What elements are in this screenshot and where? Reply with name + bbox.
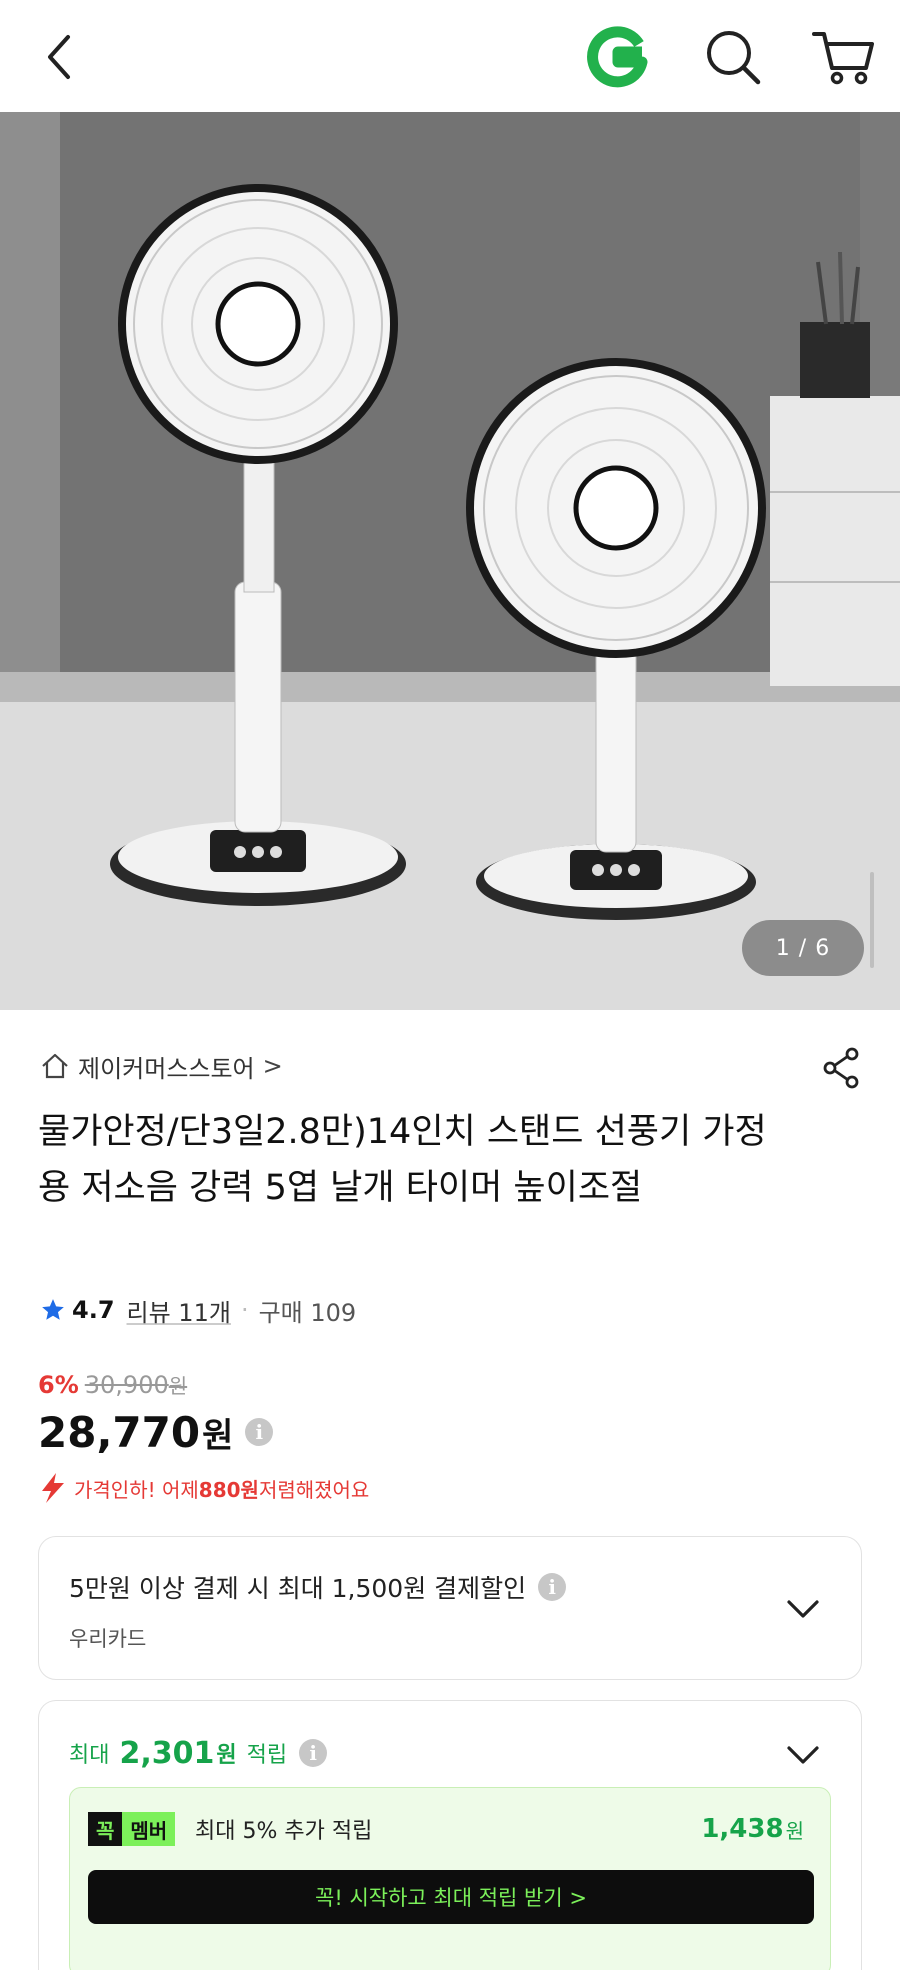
points-info-icon[interactable]: i	[299, 1739, 328, 1767]
membership-points: 1,438 원	[701, 1810, 804, 1848]
card-discount-panel[interactable]: 5만원 이상 결제 시 최대 1,500원 결제할인 i 우리카드	[38, 1536, 862, 1680]
g-logo-icon[interactable]	[585, 24, 651, 90]
membership-points-won: 원	[785, 1818, 804, 1843]
review-link[interactable]: 리뷰 11개	[127, 1293, 231, 1328]
chevron-down-icon[interactable]	[785, 1743, 821, 1767]
star-icon	[42, 1299, 64, 1320]
membership-box: 꼭 멤버 최대 5% 추가 적립 1,438 원 꼭! 시작하고 최대 적립 받…	[69, 1787, 831, 1970]
price-drop-suffix: 저렴해졌어요	[258, 1477, 370, 1502]
original-price: 30,900	[84, 1370, 169, 1399]
price-drop-amount: 880원	[198, 1477, 259, 1502]
image-counter: 1 / 6	[742, 920, 864, 976]
purchase-count: 구매 109	[258, 1298, 357, 1327]
points-panel: 최대 2,301 원 적립 i 꼭 멤버 최대 5% 추가 적립 1,438 원…	[38, 1700, 862, 1970]
rating-score: 4.7	[72, 1296, 115, 1324]
price-info-icon[interactable]: i	[245, 1418, 274, 1446]
product-image[interactable]: 1 / 6	[0, 112, 900, 1010]
gallery-scroll-indicator	[870, 872, 874, 968]
sale-price-won: 원	[202, 1415, 234, 1456]
share-icon[interactable]	[818, 1044, 866, 1092]
card-issuer: 우리카드	[69, 1627, 147, 1651]
price-down-icon	[42, 1473, 64, 1503]
search-icon[interactable]	[700, 24, 766, 90]
top-nav-bar	[0, 0, 900, 112]
home-icon	[42, 1053, 68, 1079]
original-price-row: 6% 30,900 원	[38, 1370, 187, 1399]
separator-dot: ·	[240, 1296, 249, 1324]
points-label: 적립	[246, 1743, 288, 1768]
membership-desc: 최대 5% 추가 적립	[195, 1819, 373, 1844]
membership-points-amount: 1,438	[701, 1814, 784, 1844]
product-title: 물가안정/단3일2.8만)14인치 스탠드 선풍기 가정용 저소음 강력 5엽 …	[38, 1112, 767, 1208]
points-header: 최대 2,301 원 적립 i	[69, 1731, 328, 1775]
sale-price-row: 28,770 원 i	[38, 1404, 274, 1460]
cart-icon[interactable]	[808, 22, 878, 88]
back-arrow-icon[interactable]	[30, 22, 90, 92]
membership-badge-label: 멤버	[122, 1812, 176, 1846]
card-discount-text: 5만원 이상 결제 시 최대 1,500원 결제할인	[69, 1574, 527, 1603]
price-drop-notice: 가격인하! 어제 880원 저렴해졌어요	[38, 1468, 369, 1508]
card-discount-line: 5만원 이상 결제 시 최대 1,500원 결제할인 i	[69, 1569, 567, 1605]
points-prefix: 최대	[69, 1743, 110, 1768]
original-price-won: 원	[168, 1374, 188, 1398]
membership-badge-mark: 꼭	[88, 1812, 123, 1846]
discount-rate: 6%	[38, 1370, 79, 1399]
store-name: 제이커머스스토어	[78, 1054, 255, 1083]
card-discount-info-icon[interactable]: i	[538, 1573, 567, 1601]
points-won: 원	[216, 1743, 237, 1768]
sale-price: 28,770	[38, 1407, 201, 1457]
price-drop-prefix: 가격인하! 어제	[74, 1477, 199, 1502]
chevron-down-icon[interactable]	[785, 1597, 821, 1621]
rating-row: 4.7 리뷰 11개 · 구매 109	[40, 1290, 356, 1330]
membership-badge: 꼭 멤버	[88, 1812, 176, 1846]
points-amount: 2,301	[119, 1735, 215, 1771]
membership-start-button[interactable]: 꼭! 시작하고 최대 적립 받기 >	[88, 1870, 814, 1924]
store-link[interactable]: 제이커머스스토어 >	[40, 1044, 283, 1088]
store-arrow-icon: >	[262, 1052, 283, 1080]
